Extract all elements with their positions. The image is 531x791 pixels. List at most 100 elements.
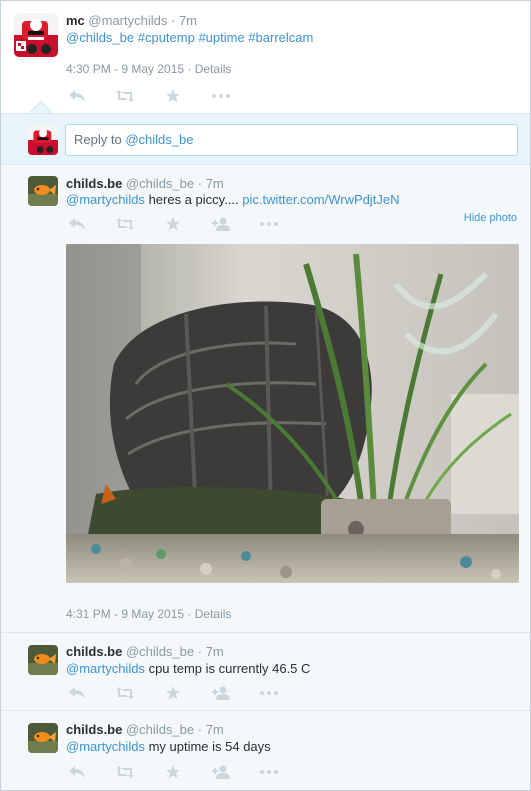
mention-link[interactable]: @martychilds [66, 192, 145, 207]
photo-link[interactable]: pic.twitter.com/WrwPdjtJeN [242, 192, 399, 207]
tweet-actions [64, 685, 282, 701]
more-icon [260, 770, 278, 774]
favorite-button[interactable] [160, 764, 186, 780]
retweet-button[interactable] [112, 685, 138, 701]
user-handle[interactable]: @childs_be [126, 722, 194, 737]
reply-mention: @childs_be [125, 132, 194, 147]
separator-dot: · [187, 607, 192, 621]
tweet-time[interactable]: 7m [206, 176, 224, 191]
my-avatar [28, 125, 58, 155]
user-name[interactable]: childs.be [66, 722, 122, 737]
reply-icon [69, 90, 85, 102]
tweet-header: mc @martychilds · 7m [66, 13, 197, 28]
tweet-timestamp-line: 4:31 PM - 9 May 2015 · Details [66, 607, 231, 621]
follow-button[interactable] [208, 685, 234, 701]
separator-dot: · [170, 13, 176, 28]
retweet-button[interactable] [112, 216, 138, 232]
retweet-icon [116, 90, 134, 102]
favorite-button[interactable] [160, 685, 186, 701]
tweet-header: childs.be @childs_be · 7m [66, 644, 224, 659]
more-icon [212, 94, 230, 98]
follow-icon [212, 765, 230, 779]
avatar-goldfish-icon [28, 645, 58, 675]
user-name[interactable]: childs.be [66, 176, 122, 191]
tweet-body: heres a piccy.... [148, 192, 239, 207]
retweet-button[interactable] [112, 88, 138, 104]
tweet-timestamp[interactable]: 4:30 PM - 9 May 2015 [66, 62, 184, 76]
avatar-car-icon [14, 13, 58, 57]
tweet-timestamp-line: 4:30 PM - 9 May 2015 · Details [66, 62, 231, 76]
reply-button[interactable] [64, 216, 90, 232]
reply-icon [69, 218, 85, 230]
reply-button[interactable] [64, 88, 90, 104]
retweet-icon [116, 218, 134, 230]
aquarium-photo [66, 244, 519, 583]
reply-prefix: Reply to [74, 132, 122, 147]
tweet-timestamp[interactable]: 4:31 PM - 9 May 2015 [66, 607, 184, 621]
separator-dot: · [197, 722, 203, 737]
main-tweet: mc @martychilds · 7m @childs_be #cputemp… [1, 1, 530, 112]
avatar[interactable] [28, 723, 58, 753]
user-handle[interactable]: @childs_be [126, 176, 194, 191]
details-link[interactable]: Details [195, 607, 232, 621]
more-button[interactable] [208, 88, 234, 104]
tweet-conversation: mc @martychilds · 7m @childs_be #cputemp… [0, 0, 531, 791]
tweet-body: cpu temp is currently 46.5 C [148, 661, 311, 676]
avatar[interactable] [28, 645, 58, 675]
avatar-goldfish-icon [28, 176, 58, 206]
separator-dot: · [197, 176, 203, 191]
reply-tweet: childs.be @childs_be · 7m @martychilds c… [1, 634, 530, 711]
favorite-icon [166, 765, 180, 779]
avatar-car-icon [28, 125, 58, 155]
avatar[interactable] [28, 176, 58, 206]
user-handle[interactable]: @martychilds [88, 13, 167, 28]
reply-icon [69, 766, 85, 778]
follow-button[interactable] [208, 216, 234, 232]
favorite-button[interactable] [160, 88, 186, 104]
retweet-icon [116, 766, 134, 778]
tweet-text: @martychilds cpu temp is currently 46.5 … [66, 661, 310, 676]
details-link[interactable]: Details [195, 62, 232, 76]
tweet-body: my uptime is 54 days [148, 739, 271, 754]
more-button[interactable] [256, 764, 282, 780]
follow-icon [212, 686, 230, 700]
reply-button[interactable] [64, 764, 90, 780]
reply-box: Reply to @childs_be [1, 113, 530, 165]
tweet-time[interactable]: 7m [206, 722, 224, 737]
retweet-button[interactable] [112, 764, 138, 780]
reply-icon [69, 687, 85, 699]
reply-button[interactable] [64, 685, 90, 701]
tweet-time[interactable]: 7m [206, 644, 224, 659]
mention-link[interactable]: @martychilds [66, 739, 145, 754]
more-button[interactable] [256, 685, 282, 701]
avatar[interactable] [14, 13, 58, 57]
tweet-time[interactable]: 7m [179, 13, 197, 28]
follow-icon [212, 217, 230, 231]
reply-tweet: childs.be @childs_be · 7m @martychilds m… [1, 712, 530, 790]
user-handle[interactable]: @childs_be [126, 644, 194, 659]
tweet-text[interactable]: @childs_be #cputemp #uptime #barrelcam [66, 30, 313, 45]
more-icon [260, 691, 278, 695]
tweet-actions [64, 764, 282, 780]
tweet-text: @martychilds my uptime is 54 days [66, 739, 271, 754]
more-icon [260, 222, 278, 226]
reply-input[interactable]: Reply to @childs_be [65, 124, 518, 156]
tweet-actions [64, 88, 234, 104]
retweet-icon [116, 687, 134, 699]
tweet-header: childs.be @childs_be · 7m [66, 722, 224, 737]
follow-button[interactable] [208, 764, 234, 780]
tweet-header: childs.be @childs_be · 7m [66, 176, 224, 191]
favorite-icon [166, 217, 180, 231]
mention-link[interactable]: @martychilds [66, 661, 145, 676]
favorite-button[interactable] [160, 216, 186, 232]
tweet-text: @martychilds heres a piccy.... pic.twitt… [66, 192, 400, 207]
favorite-icon [166, 686, 180, 700]
tweet-photo[interactable] [66, 244, 519, 583]
user-name[interactable]: childs.be [66, 644, 122, 659]
user-name[interactable]: mc [66, 13, 85, 28]
tweet-actions [64, 216, 282, 232]
avatar-goldfish-icon [28, 723, 58, 753]
separator-dot: · [197, 644, 203, 659]
hide-photo-link[interactable]: Hide photo [464, 212, 517, 224]
more-button[interactable] [256, 216, 282, 232]
